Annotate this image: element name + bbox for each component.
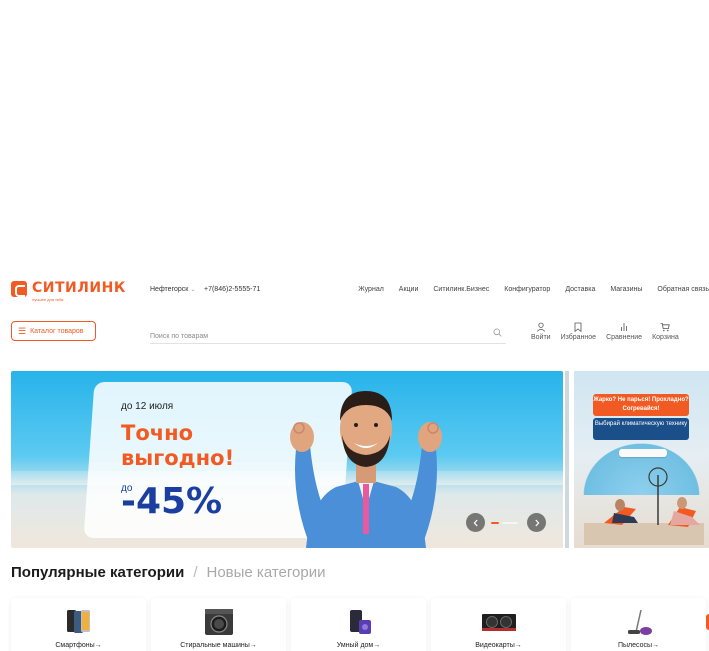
category-label: Смартфоны→ (55, 642, 102, 649)
slider-prev-button[interactable] (466, 513, 485, 532)
banner-divider (565, 371, 569, 548)
graphics-card-image (481, 614, 516, 631)
category-label: Умный дом→ (336, 642, 381, 649)
promo-discount-value: -45% (121, 481, 223, 522)
compare-button[interactable]: Сравнение (606, 322, 642, 341)
catalog-button-label: Каталог товаров (30, 327, 84, 335)
cart-button[interactable]: Корзина (652, 322, 679, 341)
categories-heading: Популярные категории / Новые категории (11, 564, 325, 581)
category-card-washing-machines[interactable]: Стиральные машины→ (151, 598, 286, 651)
logo-mark-icon (11, 281, 27, 297)
city-label: Нефтегорск (150, 286, 189, 293)
category-label: Стиральные машины→ (180, 642, 257, 649)
nav-business[interactable]: Ситилинк.Бизнес (433, 286, 489, 293)
login-label: Войти (531, 334, 551, 341)
category-label: Видеокарты→ (475, 642, 522, 649)
login-button[interactable]: Войти (531, 322, 551, 341)
category-card-smart-home[interactable]: Умный дом→ (291, 598, 426, 651)
air-conditioner-image (619, 449, 667, 457)
phone-link[interactable]: +7(846)2-5555-71 (204, 286, 260, 293)
citilink-logo[interactable]: СИТИЛИНК лучшее для тебя (11, 281, 126, 302)
smart-home-image (349, 610, 371, 634)
vacuum-cleaner-image (627, 609, 652, 635)
cart-icon (661, 323, 671, 332)
favorites-label: Избранное (560, 334, 597, 341)
nav-feedback[interactable]: Обратная связь (657, 286, 709, 293)
category-cards: Смартфоны→ Стиральные машины→ Умный дом→… (11, 598, 709, 651)
side-banner-people-image (584, 467, 704, 545)
search-box (150, 325, 506, 346)
chevron-right-icon (534, 519, 539, 526)
compare-icon (621, 323, 627, 331)
logo-slogan: лучшее для тебя (32, 297, 64, 302)
logo-name: СИТИЛИНК (32, 280, 126, 296)
category-card-vacuums[interactable]: Пылесосы→ (571, 598, 706, 651)
catalog-menu-icon: ☰ (18, 325, 27, 336)
smartphones-image (66, 610, 90, 633)
nav-configurator[interactable]: Конфигуратор (504, 286, 550, 293)
cart-label: Корзина (652, 334, 679, 341)
slider-dot[interactable] (502, 522, 518, 524)
category-label: Пылесосы→ (617, 642, 660, 649)
promo-date: до 12 июля (121, 401, 174, 412)
nav-promotions[interactable]: Акции (399, 286, 419, 293)
chevron-down-icon: ⌄ (190, 287, 196, 293)
nav-delivery[interactable]: Доставка (565, 286, 595, 293)
catalog-button[interactable]: ☰ Каталог товаров (11, 321, 96, 341)
promo-person-image (290, 391, 442, 548)
bookmark-icon (574, 322, 582, 332)
slider-dot-active[interactable] (491, 522, 499, 524)
side-banner-blue-label: Выбирай климатическую технику (593, 418, 689, 440)
tab-popular-categories[interactable]: Популярные категории (11, 564, 184, 581)
nav-stores[interactable]: Магазины (610, 286, 642, 293)
city-selector[interactable]: Нефтегорск ⌄ (150, 286, 195, 293)
promo-discount: -45% (121, 481, 222, 522)
slider-dots (491, 522, 518, 524)
header-actions: Войти Избранное Сравнение Корзина (531, 322, 679, 341)
chevron-left-icon (473, 519, 478, 526)
slider-next-button[interactable] (527, 513, 546, 532)
tab-separator: / (193, 564, 198, 581)
tab-new-categories[interactable]: Новые категории (207, 564, 326, 581)
promo-banner[interactable]: до 12 июля Точно выгодно! до -45% (11, 371, 563, 548)
nav-journal[interactable]: Журнал (358, 286, 384, 293)
category-card-graphics-cards[interactable]: Видеокарты→ (431, 598, 566, 651)
search-icon[interactable] (493, 328, 502, 337)
favorites-button[interactable]: Избранное (561, 322, 596, 341)
side-promo-banner[interactable]: Жарко? Не парься! Прохладно? Согревайся!… (574, 371, 709, 548)
side-banner-red-label: Жарко? Не парься! Прохладно? Согревайся! (593, 394, 689, 416)
compare-label: Сравнение (606, 334, 643, 341)
top-bar: СИТИЛИНК лучшее для тебя Нефтегорск ⌄ +7(… (0, 278, 709, 302)
search-input[interactable] (150, 327, 470, 346)
user-icon (536, 322, 545, 332)
top-nav: Журнал Акции Ситилинк.Бизнес Конфигурато… (343, 286, 709, 293)
washing-machine-image (204, 609, 233, 635)
category-card-smartphones[interactable]: Смартфоны→ (11, 598, 146, 651)
